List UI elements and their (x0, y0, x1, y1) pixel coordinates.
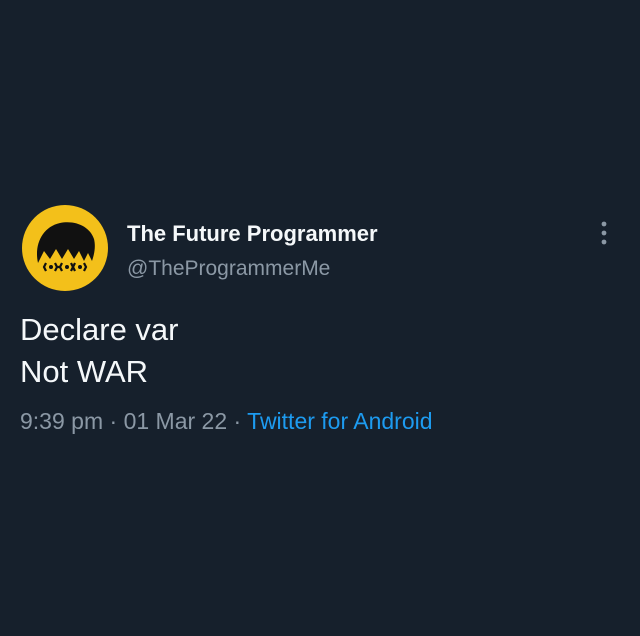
tweet-text: Declare var Not WAR (20, 309, 179, 393)
tweet-source-link[interactable]: Twitter for Android (247, 408, 432, 434)
avatar[interactable] (22, 205, 108, 291)
meta-separator: · (109, 408, 118, 434)
tweet-metadata: 9:39 pm · 01 Mar 22 · Twitter for Androi… (20, 406, 433, 436)
tweet-date[interactable]: 01 Mar 22 (124, 408, 228, 434)
meta-separator: · (233, 408, 242, 434)
tweet-time[interactable]: 9:39 pm (20, 408, 103, 434)
more-vertical-icon (601, 221, 607, 245)
tweet-text-line: Not WAR (20, 354, 149, 389)
tweet-text-line: Declare var (20, 312, 179, 347)
author-handle[interactable]: @TheProgrammerMe (127, 256, 330, 282)
more-options-button[interactable] (594, 216, 614, 250)
author-display-name[interactable]: The Future Programmer (127, 221, 378, 247)
programmer-face-icon (36, 222, 95, 286)
tweet-card: The Future Programmer @TheProgrammerMe D… (0, 0, 640, 636)
